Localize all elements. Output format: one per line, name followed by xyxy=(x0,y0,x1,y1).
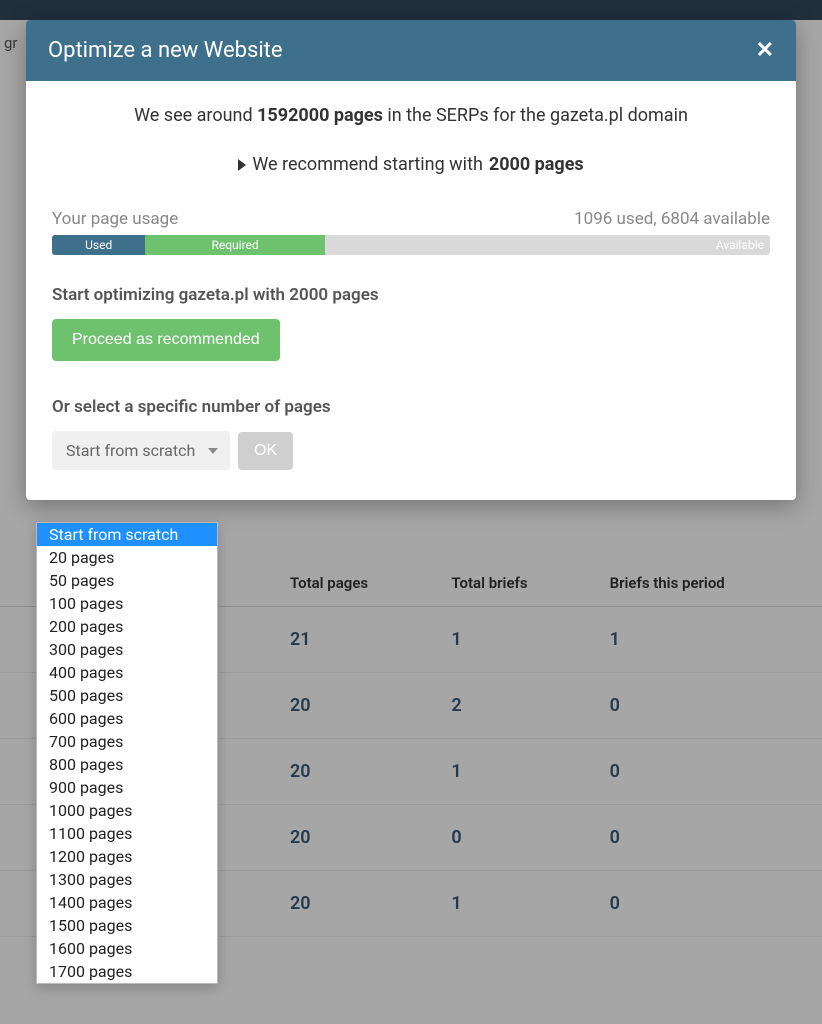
reco-pages: 2000 pages xyxy=(489,154,584,175)
dropdown-option[interactable]: 500 pages xyxy=(37,684,217,707)
dropdown-option[interactable]: 700 pages xyxy=(37,730,217,753)
usage-label: Your page usage xyxy=(52,209,178,229)
dropdown-option[interactable]: 100 pages xyxy=(37,592,217,615)
dropdown-option[interactable]: Start from scratch xyxy=(37,523,217,546)
proceed-button[interactable]: Proceed as recommended xyxy=(52,319,280,361)
recommendation-line[interactable]: We recommend starting with 2000 pages xyxy=(52,154,770,175)
dropdown-option[interactable]: 1000 pages xyxy=(37,799,217,822)
dropdown-option[interactable]: 200 pages xyxy=(37,615,217,638)
serp-info: We see around 1592000 pages in the SERPs… xyxy=(52,105,770,126)
serp-prefix: We see around xyxy=(134,105,257,126)
serp-suffix: in the SERPs for the gazeta.pl domain xyxy=(383,105,688,126)
dropdown-option[interactable]: 1100 pages xyxy=(37,822,217,845)
usage-stats: 1096 used, 6804 available xyxy=(574,209,770,229)
start-optimizing-label: Start optimizing gazeta.pl with 2000 pag… xyxy=(52,285,770,305)
select-row: Start from scratch OK xyxy=(52,431,770,470)
dropdown-list[interactable]: Start from scratch20 pages50 pages100 pa… xyxy=(37,523,217,983)
close-icon[interactable]: ✕ xyxy=(756,38,774,63)
modal-body: We see around 1592000 pages in the SERPs… xyxy=(26,81,796,500)
dropdown-option[interactable]: 1500 pages xyxy=(37,914,217,937)
select-value: Start from scratch xyxy=(66,441,195,460)
dropdown-option[interactable]: 600 pages xyxy=(37,707,217,730)
pages-dropdown[interactable]: Start from scratch20 pages50 pages100 pa… xyxy=(36,522,218,984)
ok-button[interactable]: OK xyxy=(238,432,293,470)
dropdown-option[interactable]: 50 pages xyxy=(37,569,217,592)
or-select-label: Or select a specific number of pages xyxy=(52,397,770,417)
usage-bar: Used Required Available xyxy=(52,235,770,255)
caret-right-icon xyxy=(238,159,246,171)
bar-segment-required: Required xyxy=(145,235,325,255)
dropdown-option[interactable]: 900 pages xyxy=(37,776,217,799)
modal-header: Optimize a new Website ✕ xyxy=(26,20,796,81)
dropdown-option[interactable]: 400 pages xyxy=(37,661,217,684)
pages-select[interactable]: Start from scratch xyxy=(52,431,230,470)
chevron-down-icon xyxy=(208,448,218,454)
dropdown-option[interactable]: 300 pages xyxy=(37,638,217,661)
optimize-modal: Optimize a new Website ✕ We see around 1… xyxy=(26,20,796,500)
modal-title: Optimize a new Website xyxy=(48,38,283,63)
dropdown-option[interactable]: 20 pages xyxy=(37,546,217,569)
dropdown-option[interactable]: 800 pages xyxy=(37,753,217,776)
dropdown-option[interactable]: 1700 pages xyxy=(37,960,217,983)
bar-segment-available: Available xyxy=(716,235,764,255)
usage-row: Your page usage 1096 used, 6804 availabl… xyxy=(52,209,770,229)
serp-count: 1592000 pages xyxy=(257,105,383,126)
dropdown-option[interactable]: 1600 pages xyxy=(37,937,217,960)
reco-prefix: We recommend starting with xyxy=(252,154,483,175)
dropdown-option[interactable]: 1200 pages xyxy=(37,845,217,868)
dropdown-option[interactable]: 1300 pages xyxy=(37,868,217,891)
bar-segment-used: Used xyxy=(52,235,145,255)
dropdown-option[interactable]: 1400 pages xyxy=(37,891,217,914)
